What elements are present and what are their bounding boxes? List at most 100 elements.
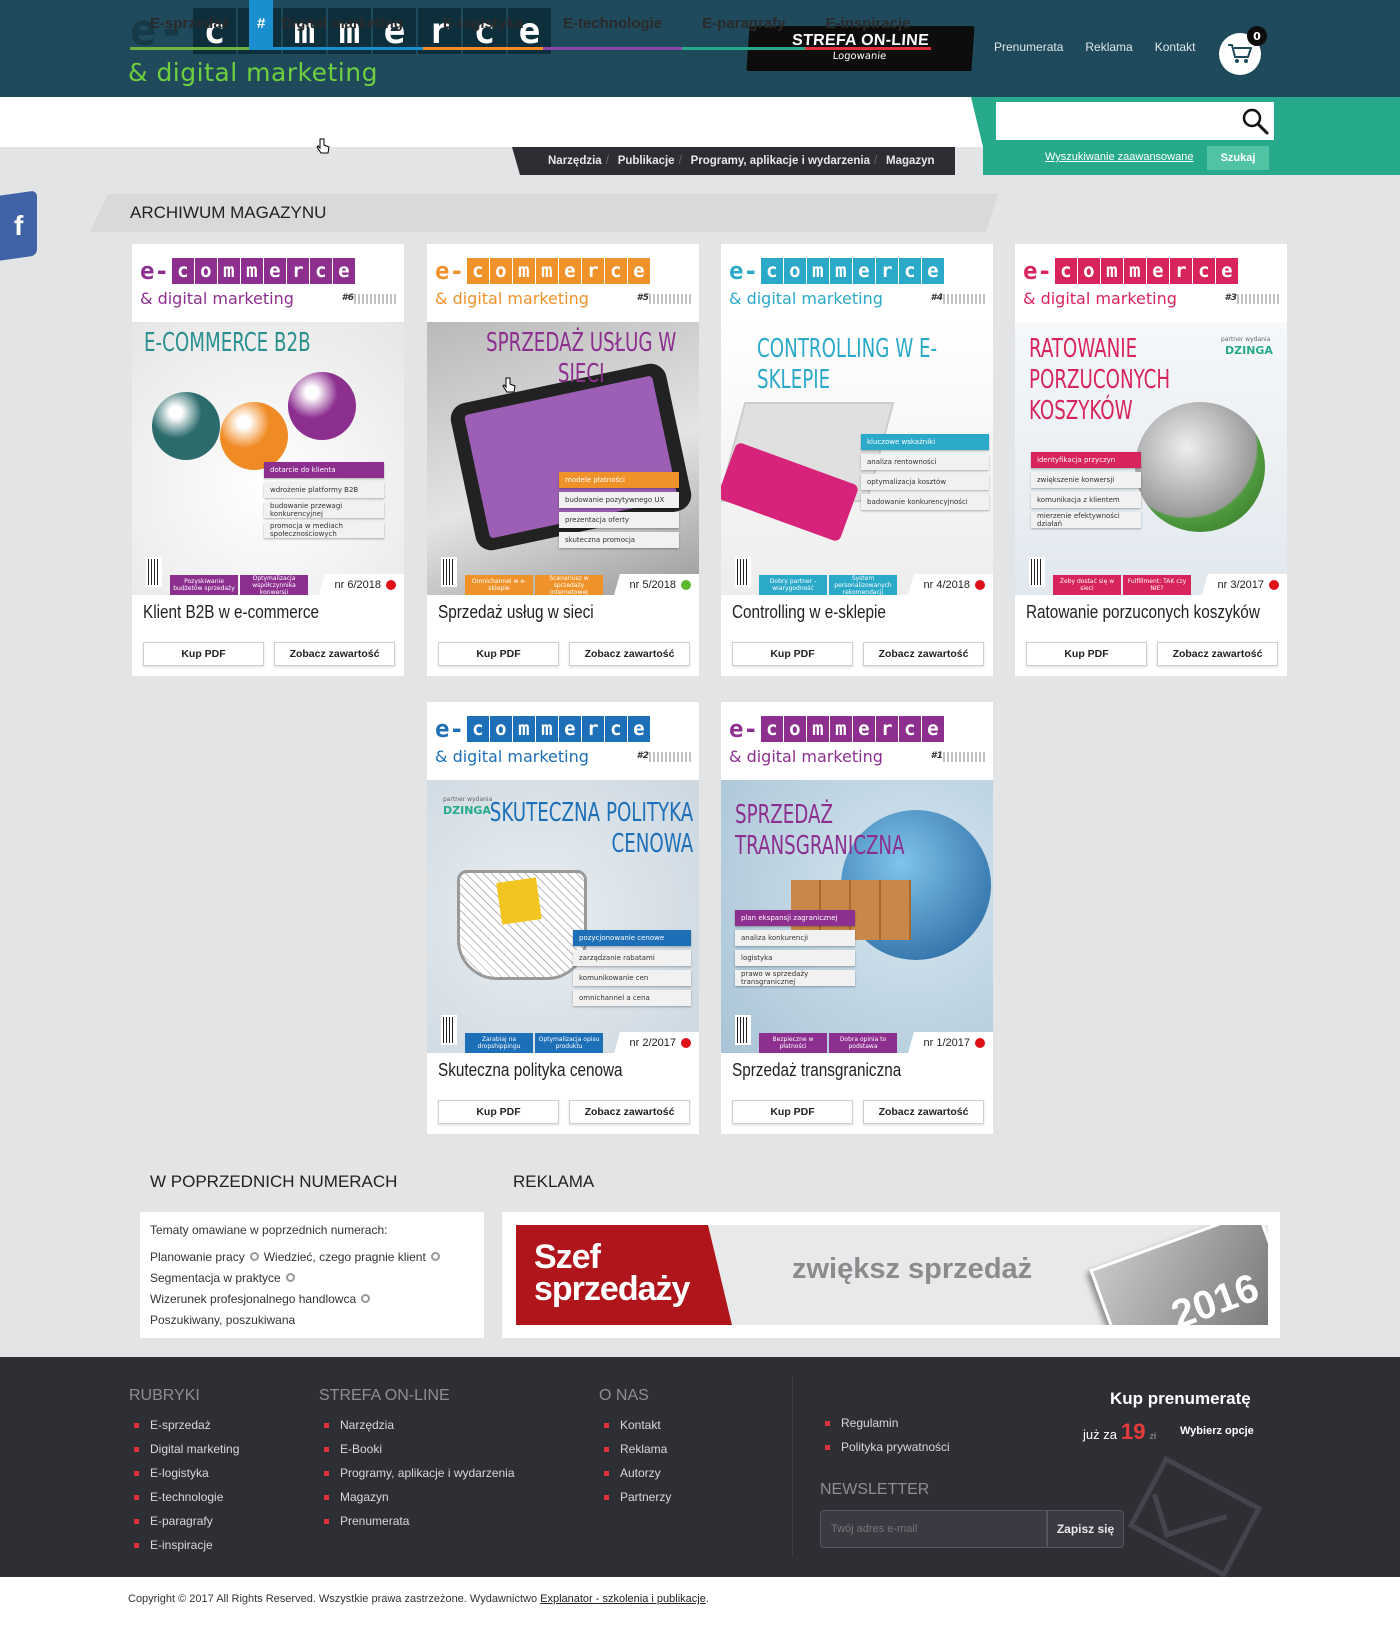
subnav-magazyn[interactable]: Magazyn [874,155,943,167]
cover-strip-item: Bezpieczne w płatności [759,1033,827,1053]
issue-title[interactable]: Controlling w e-sklepie [732,602,886,623]
topic-tag-link[interactable]: Wizerunek profesjonalnego handlowca [150,1292,356,1306]
choose-options-link[interactable]: Wybierz opcje [1180,1425,1254,1437]
cover-topic: badowanie konkurencyjności [861,494,989,510]
cover-logo-letter: o [489,258,513,284]
cover-logo-letter: c [898,258,922,284]
cover-headline: SPRZEDAŻ TRANSGRANICZNA [735,800,905,861]
buy-pdf-button[interactable]: Kup PDF [732,642,853,666]
footer-strefa-link[interactable]: Prenumerata [319,1509,515,1533]
footer-strefa-link[interactable]: Narzędzia [319,1413,515,1437]
nav-item-4[interactable]: E-paragrafy [682,0,806,50]
buy-pdf-button[interactable]: Kup PDF [438,642,559,666]
search-button[interactable] [1235,102,1274,140]
footer-strefa-link[interactable]: Magazyn [319,1485,515,1509]
magazine-cover[interactable]: e-c o m m e r c e & digital marketing #1 SPRZEDAŻ … [721,702,993,1053]
buy-pdf-button[interactable]: Kup PDF [143,642,264,666]
buy-pdf-button[interactable]: Kup PDF [438,1100,559,1124]
nav-item-1[interactable]: Digital marketing [273,0,423,50]
footer-legal-link[interactable]: Polityka prywatności [820,1435,950,1459]
footer-strefa-link[interactable]: E-Booki [319,1437,515,1461]
issue-title[interactable]: Klient B2B w e-commerce [143,602,319,623]
magazine-cover[interactable]: e-c o m m e r c e & digital marketing #6 E-COMMERC… [132,244,404,595]
facebook-tab[interactable]: f [0,190,37,261]
buy-pdf-button[interactable]: Kup PDF [1026,642,1147,666]
magazine-cover[interactable]: e-c o m m e r c e & digital marketing #3 partner w… [1015,244,1287,595]
view-contents-button[interactable]: Zobacz zawartość [863,642,984,666]
issue-title[interactable]: Ratowanie porzuconych koszyków [1026,602,1260,623]
magazine-cover[interactable]: e-c o m m e r c e & digital marketing #2 partner w… [427,702,699,1053]
top-link-prenumerata[interactable]: Prenumerata [994,40,1063,54]
cover-headline: CONTROLLING W E-SKLEPIE [757,334,938,395]
nav-item-3[interactable]: E-technologie [542,0,683,50]
publisher-link[interactable]: Explanator - szkolenia i publikacje [540,1593,706,1605]
cover-logo-letter: m [535,716,559,742]
footer-legal-link[interactable]: Regulamin [820,1411,950,1435]
magazine-cover[interactable]: e-c o m m e r c e & digital marketing #5 SPRZEDAŻ … [427,244,699,595]
topic-tag-link[interactable]: Wiedzieć, czego pragnie klient [264,1250,426,1264]
cart-icon [1228,44,1252,63]
cover-strip-item: Żeby dostać się w sieci [1053,575,1121,595]
footer-strefa-link[interactable]: Programy, aplikacje i wydarzenia [319,1461,515,1485]
cover-headline: E-COMMERCE B2B [144,328,311,358]
szukaj-button[interactable]: Szukaj [1207,146,1269,170]
view-contents-button[interactable]: Zobacz zawartość [569,1100,690,1124]
footer-onas-link[interactable]: Partnerzy [599,1485,671,1509]
cover-strip-item: Scenariusz w sprzedaży internetowej [535,575,603,595]
cover-topic-list: kluczowe wskaźniki analiza rentowności opt… [861,434,989,510]
cover-topic: wdrożenie platformy B2B [264,482,384,498]
search-input[interactable] [996,102,1235,140]
ad-banner-szef-sprzedazy[interactable]: Szef sprzedaży zwiększ sprzedaż 2016 [516,1225,1268,1325]
newsletter-email-input[interactable] [820,1510,1047,1548]
advanced-search-link[interactable]: Wyszukiwanie zaawansowane [1045,151,1193,163]
newsletter-subscribe-button[interactable]: Zapisz się [1047,1510,1124,1548]
cover-illustration: partner wydania DZINGA SKUTECZNA POLITYKA … [427,780,699,1053]
cover-barcode [1029,557,1045,587]
topic-tag-link[interactable]: Segmentacja w praktyce [150,1271,281,1285]
issue-title[interactable]: Sprzedaż transgraniczna [732,1060,901,1081]
footer-rubryka-link[interactable]: E-logistyka [129,1461,239,1485]
footer-legal: Regulamin Polityka prywatności [820,1411,950,1459]
cover-logo-subtitle: & digital marketing [729,289,883,308]
view-contents-button[interactable]: Zobacz zawartość [274,642,395,666]
footer-rubryka-link[interactable]: E-technologie [129,1485,239,1509]
nav-item-2[interactable]: E-logistyka [422,0,543,50]
cover-logo-letter: e [1146,258,1170,284]
view-contents-button[interactable]: Zobacz zawartość [863,1100,984,1124]
buy-pdf-button[interactable]: Kup PDF [732,1100,853,1124]
cover-strip-item: Optymalizacja współczynnika konwersji [240,575,308,595]
footer-rubryka-link[interactable]: E-paragrafy [129,1509,239,1533]
top-link-reklama[interactable]: Reklama [1085,40,1132,54]
cover-logo-letter: r [1169,258,1193,284]
topic-tag-link[interactable]: Poszukiwany, poszukiwana [150,1313,295,1327]
cover-partner-label: partner wydania [1221,336,1271,343]
cover-logo-letter: c [898,716,922,742]
top-link-kontakt[interactable]: Kontakt [1155,40,1196,54]
subnav-publikacje[interactable]: Publikacje [606,155,683,167]
cover-fine-print [649,294,691,304]
cover-ball [288,372,356,440]
issue-title[interactable]: Sprzedaż usług w sieci [438,602,594,623]
topic-tag-link[interactable]: Planowanie pracy [150,1250,245,1264]
magazine-cover[interactable]: e-c o m m e r c e & digital marketing #4 CONTROLLI… [721,244,993,595]
cover-topic: logistyka [735,950,855,966]
subnav-programy[interactable]: Programy, aplikacje i wydarzenia [679,155,878,167]
cover-logo-subtitle: & digital marketing [435,747,589,766]
footer-rubryka-link[interactable]: Digital marketing [129,1437,239,1461]
issue-title[interactable]: Skuteczna polityka cenowa [438,1060,623,1081]
footer-rubryka-link[interactable]: E-inspiracje [129,1533,239,1557]
cover-logo-letters: commerce [760,716,945,742]
view-contents-button[interactable]: Zobacz zawartość [1157,642,1278,666]
footer-onas-link[interactable]: Kontakt [599,1413,671,1437]
view-contents-button[interactable]: Zobacz zawartość [569,642,690,666]
subnav-narzedzia[interactable]: Narzędzia [540,155,610,167]
topic-tags: Planowanie pracy Wiedzieć, czego pragnie … [150,1247,474,1331]
footer-onas-link[interactable]: Autorzy [599,1461,671,1485]
cover-logo-letter: e [558,258,582,284]
footer-rubryka-link[interactable]: E-sprzedaż [129,1413,239,1437]
cover-topic: analiza konkurencji [735,930,855,946]
nav-item-0[interactable]: E-sprzedaż [130,0,250,50]
cover-masthead: e-c o m m e r c e & digital marketing #3 [1015,244,1287,322]
footer-onas-link[interactable]: Reklama [599,1437,671,1461]
nav-item-5[interactable]: E-inspiracje [805,0,931,50]
